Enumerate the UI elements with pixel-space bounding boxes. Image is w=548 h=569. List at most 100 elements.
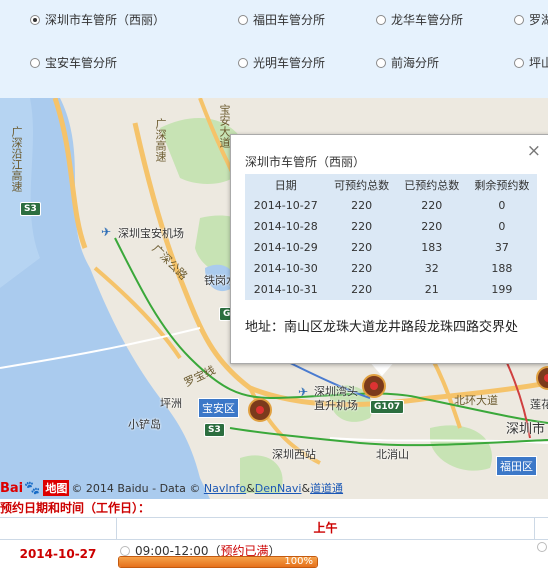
place-label: 莲花	[530, 398, 548, 411]
progress-label: 100%	[284, 556, 313, 567]
road-label: 广深高速	[154, 118, 167, 162]
office-marker-selected[interactable]	[362, 374, 386, 398]
office-option-futian[interactable]: 福田车管分所	[238, 11, 325, 28]
radio-button[interactable]	[376, 14, 386, 25]
appointment-stats-table: 日期 可预约总数 已预约总数 剩余预约数 2014-10-27 220 220 …	[245, 174, 537, 300]
close-icon[interactable]: ×	[527, 141, 541, 161]
office-label: 光明车管分所	[253, 56, 326, 70]
office-option-pingshan[interactable]: 坪山	[514, 54, 548, 71]
logo-map-text: 地图	[43, 480, 70, 496]
airport-icon: ✈	[298, 385, 309, 399]
column-header: 可预约总数	[334, 178, 390, 192]
table-cell: 2014-10-27	[253, 199, 318, 212]
table-cell: 2014-10-31	[253, 283, 318, 296]
table-row: 2014-10-29 220 183 37	[245, 237, 537, 258]
table-cell: 220	[351, 283, 373, 296]
radio-button[interactable]	[238, 14, 248, 25]
copyright-text: © 2014 Baidu - Data ©	[71, 481, 201, 495]
city-label: 深圳市	[506, 422, 546, 437]
office-selector: 深圳市车管所（西丽） 福田车管分所 龙华车管分所 罗湖 宝安车管分所 光明车管分…	[0, 0, 548, 99]
daodaotong-link[interactable]: 道道通	[310, 480, 343, 496]
table-cell: 220	[421, 199, 443, 212]
office-option-longhua[interactable]: 龙华车管分所	[376, 11, 463, 28]
map-view[interactable]: 广深沿江高速 广深高速 宝安大道 广深公路 罗宝线 北环大道 S3 S3 G10…	[0, 98, 548, 499]
place-label: 小铲岛	[128, 418, 161, 431]
office-address: 地址：南山区龙珠大道龙井路段龙珠四路交界处	[245, 320, 519, 335]
office-label: 龙华车管分所	[391, 13, 464, 27]
radio-button[interactable]	[514, 14, 524, 25]
place-label: 直升机场	[314, 399, 358, 412]
table-cell: 0	[498, 199, 506, 212]
table-header-row: 日期 可预约总数 已预约总数 剩余预约数	[245, 174, 537, 195]
info-window-title: 深圳市车管所（西丽）	[245, 155, 366, 169]
table-cell: 21	[424, 283, 439, 296]
radio-button[interactable]	[120, 545, 130, 556]
table-cell: 220	[351, 241, 373, 254]
route-shield: G107	[370, 400, 405, 414]
table-cell: 2014-10-28	[253, 220, 318, 233]
table-row: 2014-10-31 220 21 199	[245, 279, 537, 300]
navinfo-link[interactable]: NavInfo	[204, 482, 246, 495]
schedule-date: 2014-10-27	[19, 547, 97, 561]
table-cell: 32	[424, 262, 439, 275]
road-label: 北环大道	[454, 394, 498, 407]
table-cell: 2014-10-29	[253, 241, 318, 254]
paw-icon: 🐾	[24, 480, 41, 496]
radio-button[interactable]	[376, 57, 386, 68]
table-cell: 220	[351, 199, 373, 212]
booking-progress-bar: 100%	[118, 556, 318, 568]
table-cell: 220	[421, 220, 443, 233]
table-cell: 188	[491, 262, 513, 275]
table-cell: 0	[498, 220, 506, 233]
route-shield: S3	[20, 202, 41, 216]
radio-button[interactable]	[537, 542, 547, 552]
place-label: 深圳西站	[272, 448, 316, 461]
schedule-header-row: 上午	[0, 517, 548, 540]
table-cell: 220	[351, 220, 373, 233]
table-cell: 2014-10-30	[253, 262, 318, 275]
radio-button[interactable]	[514, 57, 524, 68]
airport-icon: ✈	[101, 225, 112, 239]
period-header: 上午	[116, 518, 535, 539]
table-row: 2014-10-27 220 220 0	[245, 195, 537, 216]
table-row: 2014-10-28 220 220 0	[245, 216, 537, 237]
office-option-luohu[interactable]: 罗湖	[514, 11, 548, 28]
place-label: 北消山	[376, 448, 409, 461]
office-option-baoan[interactable]: 宝安车管分所	[30, 54, 117, 71]
logo-text: Bai	[0, 480, 24, 496]
office-label: 福田车管分所	[253, 13, 326, 27]
radio-button[interactable]	[30, 57, 40, 68]
dennavi-link[interactable]: DenNavi	[255, 482, 302, 495]
office-marker[interactable]	[248, 398, 272, 422]
baidu-logo[interactable]: Bai 🐾 地图	[0, 480, 70, 496]
route-shield: S3	[204, 423, 225, 437]
district-label-baoan: 宝安区	[198, 398, 239, 418]
column-header: 已预约总数	[404, 178, 460, 192]
map-attribution: Bai 🐾 地图 © 2014 Baidu - Data © NavInfo &…	[0, 477, 343, 499]
radio-button[interactable]	[238, 57, 248, 68]
place-label: 深圳宝安机场	[118, 227, 184, 240]
schedule-heading: 预约日期和时间（工作日）：	[0, 501, 151, 515]
office-option-xili[interactable]: 深圳市车管所（西丽）	[30, 11, 165, 28]
table-row: 2014-10-30 220 32 188	[245, 258, 537, 279]
info-window: 深圳市车管所（西丽） × 日期 可预约总数 已预约总数 剩余预约数 2014-1…	[230, 134, 548, 364]
office-label: 宝安车管分所	[45, 56, 118, 70]
column-header: 日期	[274, 178, 297, 192]
office-label: 前海分所	[391, 56, 440, 70]
table-cell: 220	[351, 262, 373, 275]
separator: &	[301, 481, 311, 495]
office-option-qianhai[interactable]: 前海分所	[376, 54, 439, 71]
table-cell: 37	[494, 241, 509, 254]
column-header: 剩余预约数	[474, 178, 530, 192]
separator: &	[246, 481, 255, 495]
office-option-guangming[interactable]: 光明车管分所	[238, 54, 325, 71]
office-label: 坪山	[529, 56, 548, 70]
office-label: 深圳市车管所（西丽）	[45, 13, 166, 27]
road-label: 广深沿江高速	[10, 126, 23, 192]
office-label: 罗湖	[529, 13, 548, 27]
table-cell: 199	[491, 283, 513, 296]
district-label-futian: 福田区	[496, 456, 537, 476]
table-cell: 183	[421, 241, 443, 254]
place-label: 坪洲	[160, 397, 182, 410]
radio-button[interactable]	[30, 14, 40, 25]
